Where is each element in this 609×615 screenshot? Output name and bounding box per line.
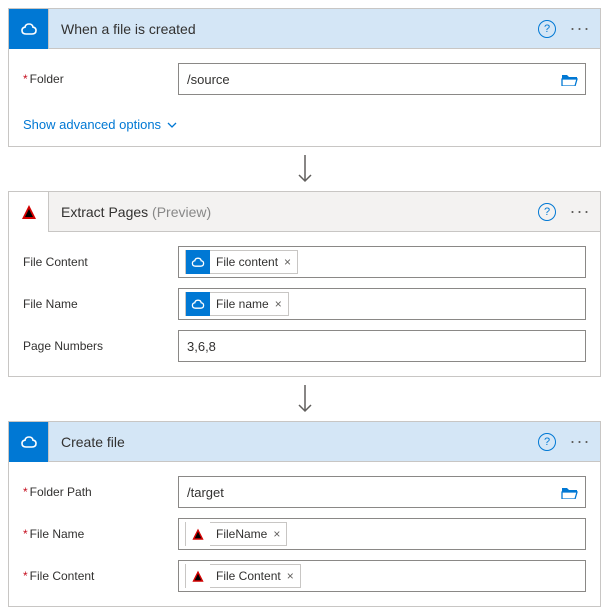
file-content-label: File Content (23, 255, 178, 269)
muhimbi-icon (186, 522, 210, 546)
folder-input-wrap[interactable] (178, 63, 586, 95)
remove-token-icon[interactable]: × (284, 255, 291, 269)
onedrive-icon (9, 9, 49, 49)
folder-path-input[interactable] (185, 484, 551, 501)
show-advanced-label: Show advanced options (23, 117, 161, 132)
page-numbers-input-wrap[interactable] (178, 330, 586, 362)
remove-token-icon[interactable]: × (287, 569, 294, 583)
onedrive-icon (9, 422, 49, 462)
filename-token[interactable]: FileName × (185, 522, 287, 546)
create-file-header[interactable]: Create file ? ··· (9, 422, 600, 462)
folder-picker-icon[interactable] (561, 72, 579, 86)
remove-token-icon[interactable]: × (273, 527, 280, 541)
folder-path-input-wrap[interactable] (178, 476, 586, 508)
help-icon[interactable]: ? (538, 203, 556, 221)
filecontent-token[interactable]: File Content × (185, 564, 301, 588)
create-file-title: Create file (49, 434, 538, 450)
muhimbi-icon (186, 564, 210, 588)
file-name-input[interactable]: FileName × (178, 518, 586, 550)
more-icon[interactable]: ··· (566, 431, 594, 452)
help-icon[interactable]: ? (538, 20, 556, 38)
file-content-label: File Content (23, 569, 178, 583)
file-name-token[interactable]: File name × (185, 292, 289, 316)
extract-pages-header[interactable]: Extract Pages (Preview) ? ··· (9, 192, 600, 232)
page-numbers-label: Page Numbers (23, 339, 178, 353)
onedrive-icon (186, 250, 210, 274)
more-icon[interactable]: ··· (566, 18, 594, 39)
connector-arrow (8, 377, 601, 421)
connector-arrow (8, 147, 601, 191)
folder-input[interactable] (185, 71, 551, 88)
chevron-down-icon (167, 120, 177, 130)
file-name-label: File Name (23, 527, 178, 541)
more-icon[interactable]: ··· (566, 201, 594, 222)
file-content-token[interactable]: File content × (185, 250, 298, 274)
extract-pages-title: Extract Pages (Preview) (49, 204, 538, 220)
file-content-input[interactable]: File Content × (178, 560, 586, 592)
extract-pages-card: Extract Pages (Preview) ? ··· File Conte… (8, 191, 601, 377)
folder-picker-icon[interactable] (561, 485, 579, 499)
file-content-input[interactable]: File content × (178, 246, 586, 278)
folder-label: Folder (23, 72, 178, 86)
remove-token-icon[interactable]: × (275, 297, 282, 311)
page-numbers-input[interactable] (185, 338, 579, 355)
folder-path-label: Folder Path (23, 485, 178, 499)
muhimbi-icon (9, 192, 49, 232)
trigger-card: When a file is created ? ··· Folder Show… (8, 8, 601, 147)
file-name-label: File Name (23, 297, 178, 311)
create-file-card: Create file ? ··· Folder Path File Name … (8, 421, 601, 607)
show-advanced-link[interactable]: Show advanced options (23, 117, 177, 132)
trigger-header[interactable]: When a file is created ? ··· (9, 9, 600, 49)
help-icon[interactable]: ? (538, 433, 556, 451)
file-name-input[interactable]: File name × (178, 288, 586, 320)
onedrive-icon (186, 292, 210, 316)
trigger-title: When a file is created (49, 21, 538, 37)
